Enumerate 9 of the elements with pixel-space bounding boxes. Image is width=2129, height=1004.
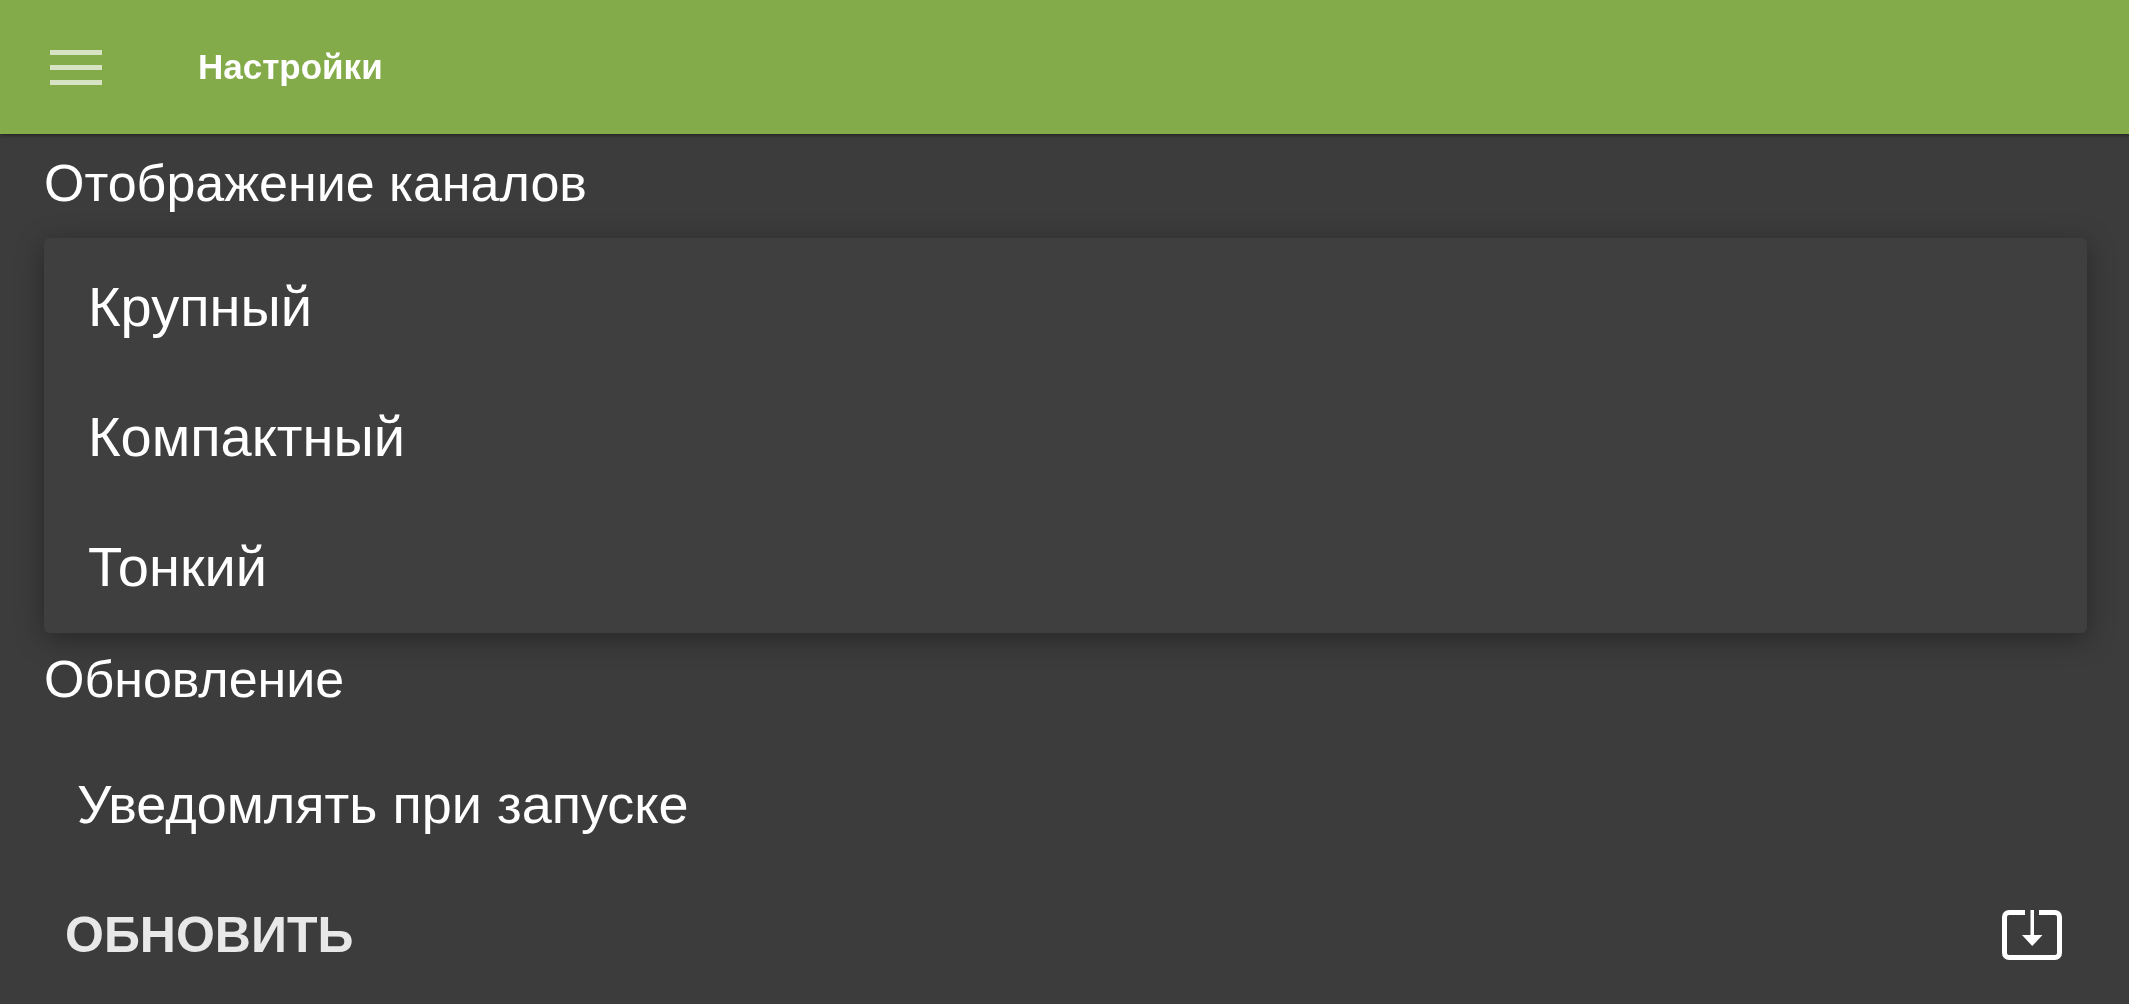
menu-item[interactable]: Компактный bbox=[44, 372, 405, 502]
section-heading: Обновление bbox=[44, 649, 345, 709]
update-button[interactable]: ОБНОВИТЬ bbox=[65, 906, 354, 964]
menu-item[interactable]: Тонкий bbox=[44, 502, 267, 632]
download-icon[interactable] bbox=[2002, 910, 2062, 960]
menu-item[interactable]: Крупный bbox=[44, 242, 312, 372]
preference-item[interactable]: Уведомлять при запуске bbox=[77, 774, 689, 834]
toolbar-title: Настройки bbox=[198, 46, 383, 88]
section-heading: Отображение каналов bbox=[44, 153, 587, 213]
